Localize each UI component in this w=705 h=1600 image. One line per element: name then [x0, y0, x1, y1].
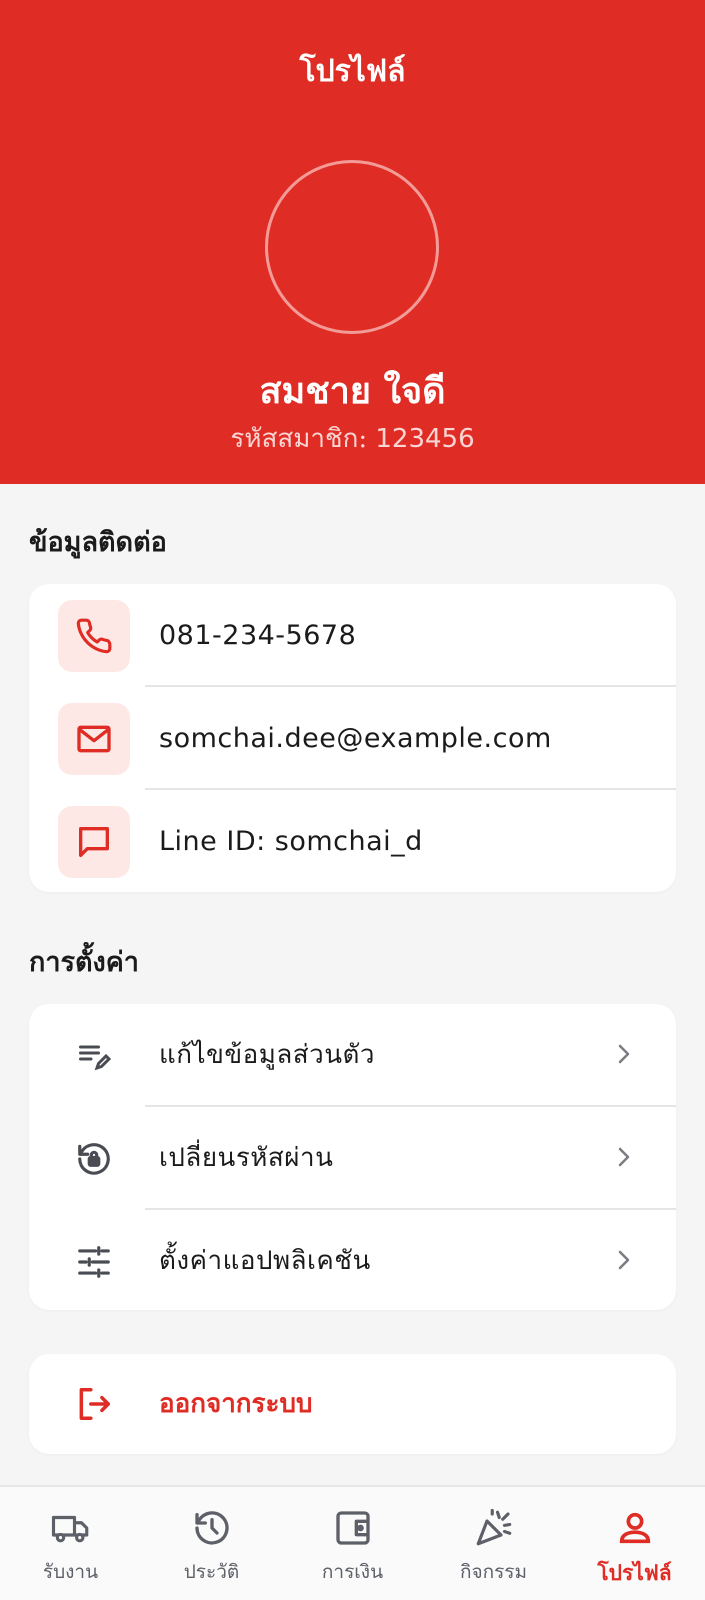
settings-item-label: ตั้งค่าแอปพลิเคชัน — [159, 1246, 371, 1276]
settings-card: แก้ไขข้อมูลส่วนตัว เปลี่ยนรหัสผ่าน ตั้งค… — [29, 1004, 676, 1310]
settings-item-edit-profile[interactable]: แก้ไขข้อมูลส่วนตัว — [29, 1004, 676, 1107]
truck-icon — [50, 1507, 92, 1549]
chevron-right-icon — [618, 1250, 630, 1270]
member-id-line: รหัสสมาชิก: 123456 — [0, 418, 705, 459]
nav-item-finance[interactable]: การเงิน — [282, 1487, 423, 1600]
nav-label: โปรไฟล์ — [597, 1560, 672, 1585]
nav-item-activities[interactable]: กิจกรรม — [423, 1487, 564, 1600]
party-icon — [473, 1507, 515, 1549]
contact-row-email[interactable]: somchai.dee@example.com — [29, 687, 676, 790]
settings-item-change-password[interactable]: เปลี่ยนรหัสผ่าน — [29, 1107, 676, 1210]
edit-list-icon — [58, 1020, 130, 1092]
nav-label: กิจกรรม — [459, 1561, 528, 1583]
settings-section-title: การตั้งค่า — [29, 947, 139, 978]
phone-icon — [58, 600, 130, 672]
nav-label: รับงาน — [42, 1561, 99, 1583]
settings-item-app-settings[interactable]: ตั้งค่าแอปพลิเคชัน — [29, 1210, 676, 1313]
bottom-nav: รับงาน ประวัติ การเงิน กิจกรรม โปรไฟล์ — [0, 1485, 705, 1600]
chevron-right-icon — [618, 1044, 630, 1064]
contact-section-title: ข้อมูลติดต่อ — [29, 527, 167, 558]
chat-icon — [58, 806, 130, 878]
contact-row-phone[interactable]: 081-234-5678 — [29, 584, 676, 687]
mail-icon — [58, 703, 130, 775]
nav-label: การเงิน — [321, 1561, 384, 1583]
logout-button[interactable]: ออกจากระบบ — [29, 1354, 676, 1454]
settings-item-label: เปลี่ยนรหัสผ่าน — [159, 1143, 334, 1173]
contact-row-line[interactable]: Line ID: somchai_d — [29, 790, 676, 893]
profile-name: สมชาย ใจดี — [259, 370, 446, 412]
profile-header: โปรไฟล์ สมชาย ใจดี รหัสสมาชิก: 123456 — [0, 0, 705, 484]
contact-card: 081-234-5678 somchai.dee@example.com Lin… — [29, 584, 676, 892]
nav-item-history[interactable]: ประวัติ — [141, 1487, 282, 1600]
line-id: Line ID: somchai_d — [159, 826, 423, 857]
sliders-icon — [58, 1226, 130, 1298]
user-icon — [614, 1507, 656, 1549]
phone-number: 081-234-5678 — [159, 620, 357, 651]
wallet-icon — [332, 1507, 374, 1549]
nav-label: ประวัติ — [183, 1561, 240, 1583]
settings-item-label: แก้ไขข้อมูลส่วนตัว — [159, 1040, 376, 1070]
nav-item-jobs[interactable]: รับงาน — [0, 1487, 141, 1600]
logout-icon — [58, 1368, 130, 1440]
member-id-label: รหัสสมาชิก: — [230, 424, 368, 454]
lock-reset-icon — [58, 1123, 130, 1195]
nav-item-profile[interactable]: โปรไฟล์ — [564, 1487, 705, 1600]
page-title: โปรไฟล์ — [299, 54, 406, 89]
chevron-right-icon — [618, 1147, 630, 1167]
avatar[interactable] — [265, 160, 439, 334]
logout-label: ออกจากระบบ — [159, 1389, 313, 1419]
history-icon — [191, 1507, 233, 1549]
email-address: somchai.dee@example.com — [159, 723, 552, 754]
member-id-value: 123456 — [375, 424, 475, 454]
